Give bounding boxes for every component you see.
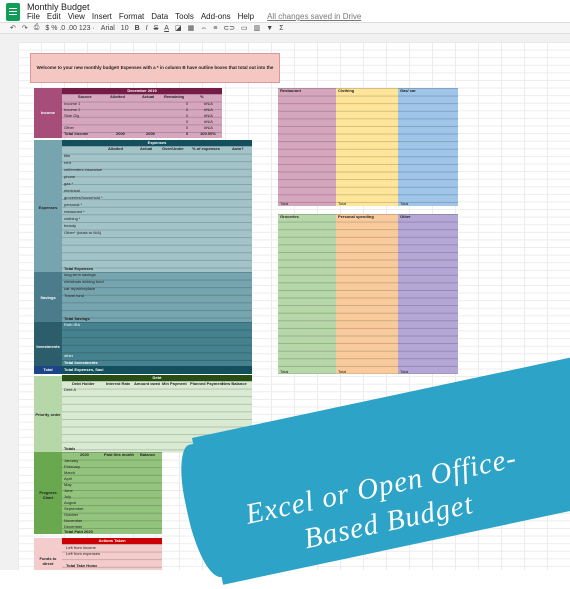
savings-row-4[interactable]: Travel fund	[64, 292, 84, 300]
menu-tools[interactable]: Tools	[175, 12, 194, 21]
total-label: Total	[43, 367, 53, 372]
print-icon[interactable]: ⎙	[34, 24, 40, 32]
row-headers[interactable]	[0, 42, 19, 570]
savings-label: Savings	[40, 295, 56, 300]
expenses-header-actual: Actual	[140, 146, 153, 151]
menu-view[interactable]: View	[68, 12, 85, 21]
investments-row-1[interactable]: Roth IRA	[64, 321, 80, 329]
funds-label: Funds to direct	[39, 556, 57, 566]
income-total-pct: 100.00%	[200, 131, 216, 136]
expenses-header-pct: % of expenses	[192, 146, 220, 151]
strikethrough-button[interactable]: S	[154, 25, 159, 32]
debt-header-min: Min Payment	[162, 381, 187, 386]
number-format[interactable]: $ % .0 .00 123 ·	[45, 25, 94, 32]
menu-insert[interactable]: Insert	[92, 12, 112, 21]
filter-icon[interactable]: ▼	[266, 25, 273, 32]
menu-bar: File Edit View Insert Format Data Tools …	[27, 12, 361, 21]
category-other-title: Other	[400, 214, 411, 219]
font-size-select[interactable]: 10	[121, 25, 129, 32]
link-icon[interactable]: ⊂⊃	[223, 24, 235, 32]
income-total-actual: 2000	[146, 131, 155, 136]
category-gas-car[interactable]	[398, 88, 458, 206]
progress-header-balance: Balance	[140, 452, 156, 457]
fill-color-icon[interactable]: ◪	[175, 24, 182, 32]
expenses-header-allotted: Allotted	[108, 146, 123, 151]
menu-format[interactable]: Format	[119, 12, 144, 21]
bold-button[interactable]: B	[135, 25, 140, 32]
income-header-allotted: Allotted	[110, 94, 125, 99]
expenses-header-auto: Auto?	[232, 146, 244, 151]
expenses-label: Expenses	[38, 205, 58, 210]
investments-label: Investments	[36, 344, 60, 349]
category-restaurant[interactable]	[278, 88, 336, 206]
merge-icon[interactable]: ⇔	[200, 25, 207, 32]
category-total-3: Total	[400, 201, 409, 206]
progress-header-year: 2020	[80, 452, 89, 457]
text-color-button[interactable]: A	[164, 25, 169, 32]
menu-help[interactable]: Help	[238, 12, 254, 21]
total-row-label: Total Expenses, Savi	[64, 367, 104, 372]
expenses-table[interactable]	[62, 146, 252, 272]
borders-icon[interactable]: ▦	[188, 24, 195, 32]
income-header-actual: Actual	[142, 94, 155, 99]
menu-file[interactable]: File	[27, 12, 40, 21]
progress-label: Progress Chart	[39, 490, 57, 500]
chart-icon[interactable]: ▥	[254, 24, 261, 32]
income-total-label: Total Income	[64, 131, 89, 136]
progress-header-paid: Paid this month	[104, 452, 134, 457]
toolbar: ↶ ↷ ⎙ $ % .0 .00 123 · Arial 10 B I S A …	[0, 22, 570, 34]
comment-icon[interactable]: ▭	[241, 24, 248, 32]
income-header-remaining: Remaining	[164, 94, 185, 99]
debt-row-1[interactable]: Debt A	[64, 386, 76, 394]
undo-icon[interactable]: ↶	[10, 24, 16, 32]
title-bar: Monthly Budget File Edit View Insert For…	[0, 0, 570, 22]
funds-row-2[interactable]: Left from expenses	[66, 550, 100, 558]
redo-icon[interactable]: ↷	[22, 24, 28, 32]
category-groceries[interactable]	[278, 214, 336, 374]
category-total-6: Total	[400, 369, 409, 374]
welcome-note[interactable]: Welcome to your new monthly budget! Expe…	[30, 53, 280, 98]
income-total-allotted: 2000	[116, 131, 125, 136]
category-total-2: Total	[338, 201, 347, 206]
category-total-5: Total	[338, 369, 347, 374]
debt-header-new-balance: New Balance	[222, 381, 247, 386]
menu-data[interactable]: Data	[151, 12, 168, 21]
italic-button[interactable]: I	[146, 25, 148, 32]
income-row-3[interactable]: Side Gig	[64, 112, 79, 120]
category-clothing-title: Clothing	[338, 88, 355, 93]
category-restaurant-title: Restaurant	[280, 88, 301, 93]
category-other[interactable]	[398, 214, 458, 374]
category-groceries-title: Groceries	[280, 214, 299, 219]
debt-header-owed: Amount owed	[134, 381, 161, 386]
menu-edit[interactable]: Edit	[47, 12, 61, 21]
function-icon[interactable]: Σ	[279, 25, 283, 32]
expenses-header-over-under: Over/Under	[162, 146, 184, 151]
category-personal[interactable]	[336, 214, 398, 374]
save-status: All changes saved in Drive	[267, 12, 362, 21]
category-total-1: Total	[280, 201, 289, 206]
progress-total-label: Total Paid 2020	[64, 529, 93, 534]
category-personal-title: Personal spending	[338, 214, 374, 219]
income-total-remaining: 0	[186, 131, 189, 136]
expense-row-12[interactable]: Other* (totals to N/A)	[64, 229, 101, 237]
category-gas-car-title: Gas/ car	[400, 88, 416, 93]
document-title[interactable]: Monthly Budget	[27, 2, 90, 12]
category-total-4: Total	[280, 369, 289, 374]
category-clothing[interactable]	[336, 88, 398, 206]
align-icon[interactable]: ≡	[213, 25, 217, 32]
income-label: Income	[40, 110, 55, 115]
debt-header-planned: Planned Payment	[190, 381, 224, 386]
font-select[interactable]: Arial	[101, 25, 115, 32]
priority-label: Priority order	[35, 412, 61, 417]
debt-header-rate: Interest Rate	[106, 381, 131, 386]
funds-total-label: Total Take Home	[66, 563, 98, 568]
menu-addons[interactable]: Add-ons	[201, 12, 231, 21]
sheets-logo-icon[interactable]	[6, 3, 20, 21]
